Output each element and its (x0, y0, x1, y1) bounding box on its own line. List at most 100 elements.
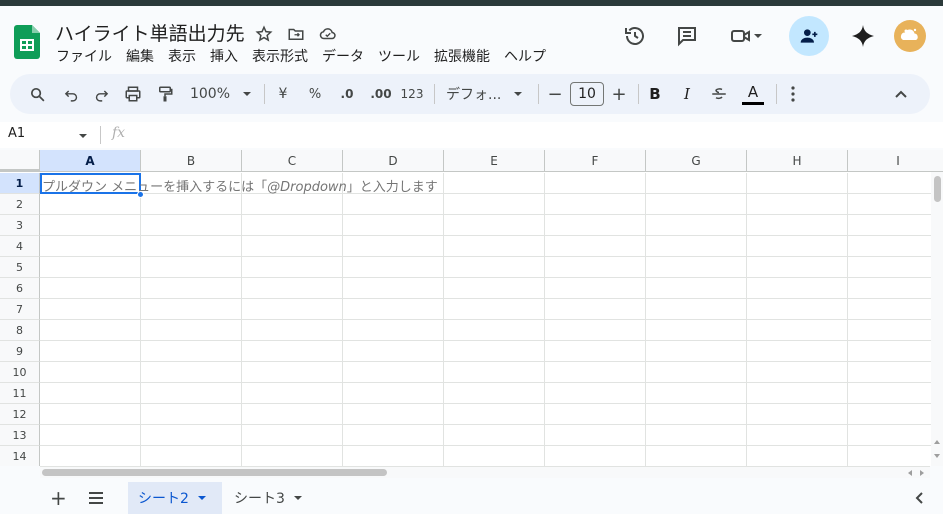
cell-f3[interactable] (545, 215, 646, 236)
font-family-select[interactable]: デフォ... (446, 74, 528, 114)
cell-c8[interactable] (242, 320, 343, 341)
column-header-h[interactable]: H (747, 150, 848, 172)
cell-f10[interactable] (545, 362, 646, 383)
cell-b14[interactable] (141, 446, 242, 466)
cell-i5[interactable] (848, 257, 943, 278)
cell-f8[interactable] (545, 320, 646, 341)
cell-c13[interactable] (242, 425, 343, 446)
star-icon[interactable] (253, 23, 275, 45)
row-header-2[interactable]: 2 (0, 194, 40, 215)
cell-g7[interactable] (646, 299, 747, 320)
cell-d12[interactable] (343, 404, 444, 425)
cell-c6[interactable] (242, 278, 343, 299)
row-header-11[interactable]: 11 (0, 383, 40, 404)
cell-i13[interactable] (848, 425, 943, 446)
cell-h12[interactable] (747, 404, 848, 425)
cell-g4[interactable] (646, 236, 747, 257)
cell-f7[interactable] (545, 299, 646, 320)
scroll-down-icon[interactable] (933, 452, 941, 460)
row-header-5[interactable]: 5 (0, 257, 40, 278)
cell-h11[interactable] (747, 383, 848, 404)
formula-input[interactable] (140, 125, 930, 145)
undo-icon[interactable] (58, 74, 84, 114)
cell-i1[interactable] (848, 173, 943, 194)
caret-down-icon[interactable] (78, 131, 88, 141)
cell-h3[interactable] (747, 215, 848, 236)
print-icon[interactable] (120, 74, 146, 114)
cell-e2[interactable] (444, 194, 545, 215)
cell-b12[interactable] (141, 404, 242, 425)
row-header-10[interactable]: 10 (0, 362, 40, 383)
cell-a5[interactable] (40, 257, 141, 278)
cell-e7[interactable] (444, 299, 545, 320)
cell-i10[interactable] (848, 362, 943, 383)
column-header-f[interactable]: F (545, 150, 646, 172)
vertical-scrollbar[interactable] (931, 172, 943, 466)
row-header-3[interactable]: 3 (0, 215, 40, 236)
percent-format-button[interactable]: % (304, 74, 326, 114)
search-menus-icon[interactable] (24, 74, 50, 114)
spreadsheet-grid[interactable]: ABCDEFGHI 1 2 3 4 5 6 7 8 9 10 11 12 13 14 プルダウン メニュー… (0, 150, 943, 466)
menu-extensions[interactable]: 拡張機能 (434, 46, 490, 66)
increase-font-size-button[interactable]: + (608, 74, 630, 114)
scroll-right-icon[interactable] (918, 469, 926, 477)
cell-h5[interactable] (747, 257, 848, 278)
italic-button[interactable]: I (676, 74, 698, 114)
menu-format[interactable]: 表示形式 (252, 46, 308, 66)
meet-button[interactable] (721, 16, 771, 56)
column-header-c[interactable]: C (242, 150, 343, 172)
column-header-i[interactable]: I (848, 150, 943, 172)
column-header-b[interactable]: B (141, 150, 242, 172)
cell-e3[interactable] (444, 215, 545, 236)
menu-edit[interactable]: 編集 (126, 46, 154, 66)
cell-d4[interactable] (343, 236, 444, 257)
cell-d3[interactable] (343, 215, 444, 236)
cell-g13[interactable] (646, 425, 747, 446)
more-formats-button[interactable]: 123 (398, 74, 426, 114)
cell-d8[interactable] (343, 320, 444, 341)
cell-h1[interactable] (747, 173, 848, 194)
select-all-corner[interactable] (0, 150, 40, 172)
cell-i6[interactable] (848, 278, 943, 299)
version-history-icon[interactable] (617, 16, 653, 56)
cell-c5[interactable] (242, 257, 343, 278)
cell-d9[interactable] (343, 341, 444, 362)
cell-g1[interactable] (646, 173, 747, 194)
add-sheet-button[interactable]: + (40, 482, 77, 514)
horizontal-scrollbar[interactable] (40, 466, 930, 478)
collapse-toolbar-icon[interactable] (890, 74, 912, 114)
cell-h2[interactable] (747, 194, 848, 215)
cloud-saved-icon[interactable] (317, 23, 339, 45)
cell-e13[interactable] (444, 425, 545, 446)
strikethrough-icon[interactable] (708, 74, 730, 114)
decrease-decimal-button[interactable]: .0 (334, 74, 360, 114)
scroll-up-icon[interactable] (933, 438, 941, 446)
cell-g8[interactable] (646, 320, 747, 341)
cell-f5[interactable] (545, 257, 646, 278)
cell-a9[interactable] (40, 341, 141, 362)
cell-g5[interactable] (646, 257, 747, 278)
cell-e11[interactable] (444, 383, 545, 404)
sidebar-collapse-icon[interactable] (904, 482, 934, 514)
increase-decimal-button[interactable]: .00 (366, 74, 396, 114)
cell-g10[interactable] (646, 362, 747, 383)
cell-g9[interactable] (646, 341, 747, 362)
cell-c11[interactable] (242, 383, 343, 404)
bold-button[interactable]: B (644, 74, 666, 114)
column-header-d[interactable]: D (343, 150, 444, 172)
sheet-tab-2[interactable]: シート3 (224, 482, 314, 514)
font-size-input[interactable]: 10 (570, 82, 604, 106)
cell-e10[interactable] (444, 362, 545, 383)
cell-d7[interactable] (343, 299, 444, 320)
sheet-tab-1[interactable]: シート2 (128, 482, 222, 514)
cell-b6[interactable] (141, 278, 242, 299)
cell-e6[interactable] (444, 278, 545, 299)
cell-g14[interactable] (646, 446, 747, 466)
decrease-font-size-button[interactable]: − (544, 74, 566, 114)
cell-i7[interactable] (848, 299, 943, 320)
cell-d14[interactable] (343, 446, 444, 466)
cell-f12[interactable] (545, 404, 646, 425)
cell-i12[interactable] (848, 404, 943, 425)
column-header-e[interactable]: E (444, 150, 545, 172)
menu-data[interactable]: データ (322, 46, 364, 66)
